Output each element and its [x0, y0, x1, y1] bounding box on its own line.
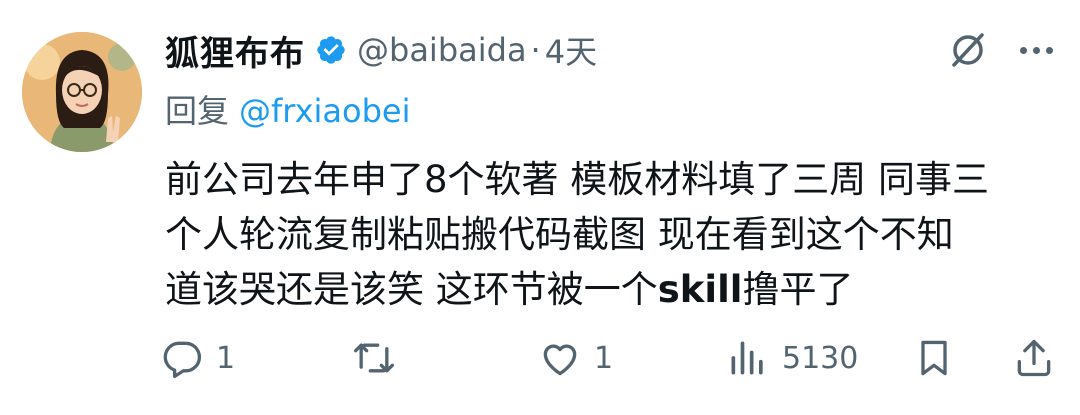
- bookmark-icon: [921, 340, 947, 376]
- reply-context: 回复 @frxiaobei: [165, 86, 410, 132]
- reply-button[interactable]: 1: [160, 333, 235, 383]
- share-button[interactable]: [1012, 333, 1056, 383]
- avatar[interactable]: [22, 32, 142, 152]
- tweet-text: 前公司去年申了8个软著 模板材料填了三周 同事三 个人轮流复制粘贴搬代码截图 现…: [165, 152, 1045, 317]
- tweet-line: 个人轮流复制粘贴搬代码截图 现在看到这个不知: [165, 213, 954, 256]
- grok-icon[interactable]: [946, 28, 990, 72]
- view-count: 5130: [782, 340, 859, 376]
- like-button[interactable]: 1: [538, 333, 613, 383]
- retweet-button[interactable]: [352, 333, 396, 383]
- share-icon: [1017, 339, 1051, 377]
- display-name[interactable]: 狐狸布布: [165, 26, 305, 75]
- reply-prefix: 回复: [165, 92, 230, 130]
- action-bar: 1 1 5130: [160, 333, 1060, 383]
- retweet-icon: [354, 343, 394, 373]
- tweet-text-segment: 道该哭还是该笑 这环节被一个: [165, 268, 658, 311]
- like-icon: [543, 344, 577, 376]
- verified-badge-icon: [317, 36, 345, 64]
- views-icon: [731, 341, 763, 375]
- views-button[interactable]: 5130: [726, 333, 858, 383]
- tweet-line: 道该哭还是该笑 这环节被一个skill撸平了: [165, 262, 1045, 317]
- reply-icon: [163, 341, 202, 378]
- like-count: 1: [594, 340, 614, 376]
- header-actions: [946, 28, 1060, 72]
- user-handle[interactable]: @baibaida: [357, 31, 527, 69]
- more-icon[interactable]: [1020, 44, 1060, 56]
- reply-count: 1: [216, 340, 236, 376]
- tweet-line: 前公司去年申了8个软著 模板材料填了三周 同事三: [165, 158, 990, 201]
- tweet-text-segment: 撸平了: [742, 268, 854, 311]
- tweet-header: 狐狸布布 @baibaida · 4天: [165, 22, 1060, 78]
- bookmark-button[interactable]: [912, 333, 956, 383]
- reply-to-handle[interactable]: @frxiaobei: [239, 92, 410, 130]
- avatar-image: [22, 32, 142, 152]
- tweet-text-bold: skill: [657, 268, 743, 311]
- timestamp[interactable]: 4天: [545, 27, 597, 73]
- separator-dot: ·: [530, 31, 541, 69]
